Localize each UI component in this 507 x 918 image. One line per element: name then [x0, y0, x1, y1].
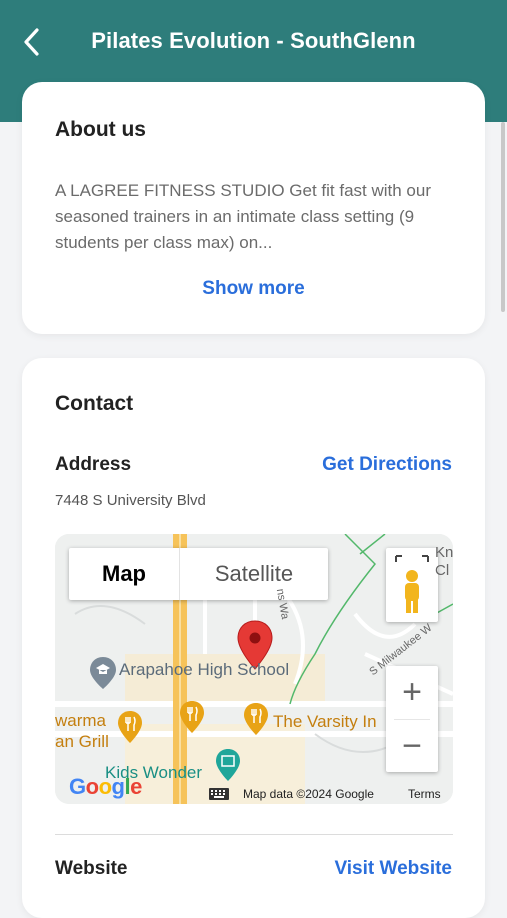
section-divider — [55, 834, 453, 835]
show-more-button[interactable]: Show more — [22, 278, 485, 300]
address-value: 7448 S University Blvd — [55, 492, 206, 509]
zoom-control: + − — [386, 666, 438, 772]
map-view[interactable]: Map Satellite + − Arapahoe High School w… — [55, 534, 453, 804]
zoom-in-button[interactable]: + — [386, 666, 438, 718]
about-card: About us A LAGREE FITNESS STUDIO Get fit… — [22, 82, 485, 334]
map-label-grill: an Grill — [55, 732, 109, 751]
zoom-out-button[interactable]: − — [386, 720, 438, 772]
website-label: Website — [55, 858, 128, 879]
contact-heading: Contact — [55, 392, 134, 415]
restaurant-poi-icon[interactable] — [179, 700, 205, 734]
pegman-icon — [395, 555, 429, 613]
map-terms-link[interactable]: Terms — [408, 787, 441, 801]
visit-website-link[interactable]: Visit Website — [334, 858, 452, 880]
map-tab[interactable]: Map — [69, 548, 180, 600]
map-label-varsity: The Varsity In — [273, 712, 377, 731]
scrollbar[interactable] — [501, 122, 505, 312]
map-label-kn: Kn — [435, 544, 453, 561]
keyboard-icon[interactable] — [209, 788, 229, 800]
street-view-button[interactable] — [386, 548, 438, 622]
school-poi-icon[interactable] — [89, 656, 117, 690]
page-title: Pilates Evolution - SouthGlenn — [91, 28, 416, 53]
google-logo: Google — [69, 774, 142, 799]
contact-card: Contact Address Get Directions 7448 S Un… — [22, 358, 485, 918]
map-label-swarma: warma — [55, 711, 107, 730]
map-attribution: Map data ©2024 Google — [243, 787, 374, 801]
get-directions-link[interactable]: Get Directions — [322, 454, 452, 476]
restaurant-poi-icon[interactable] — [117, 710, 143, 744]
shop-poi-icon[interactable] — [215, 748, 241, 782]
restaurant-poi-icon[interactable] — [243, 702, 269, 736]
satellite-tab[interactable]: Satellite — [180, 548, 328, 600]
about-description: A LAGREE FITNESS STUDIO Get fit fast wit… — [55, 181, 431, 252]
address-label: Address — [55, 454, 132, 475]
map-label-school: Arapahoe High School — [119, 660, 290, 679]
map-label-cl: Cl — [435, 562, 450, 579]
map-type-control: Map Satellite — [69, 548, 328, 600]
about-heading: About us — [55, 118, 146, 141]
